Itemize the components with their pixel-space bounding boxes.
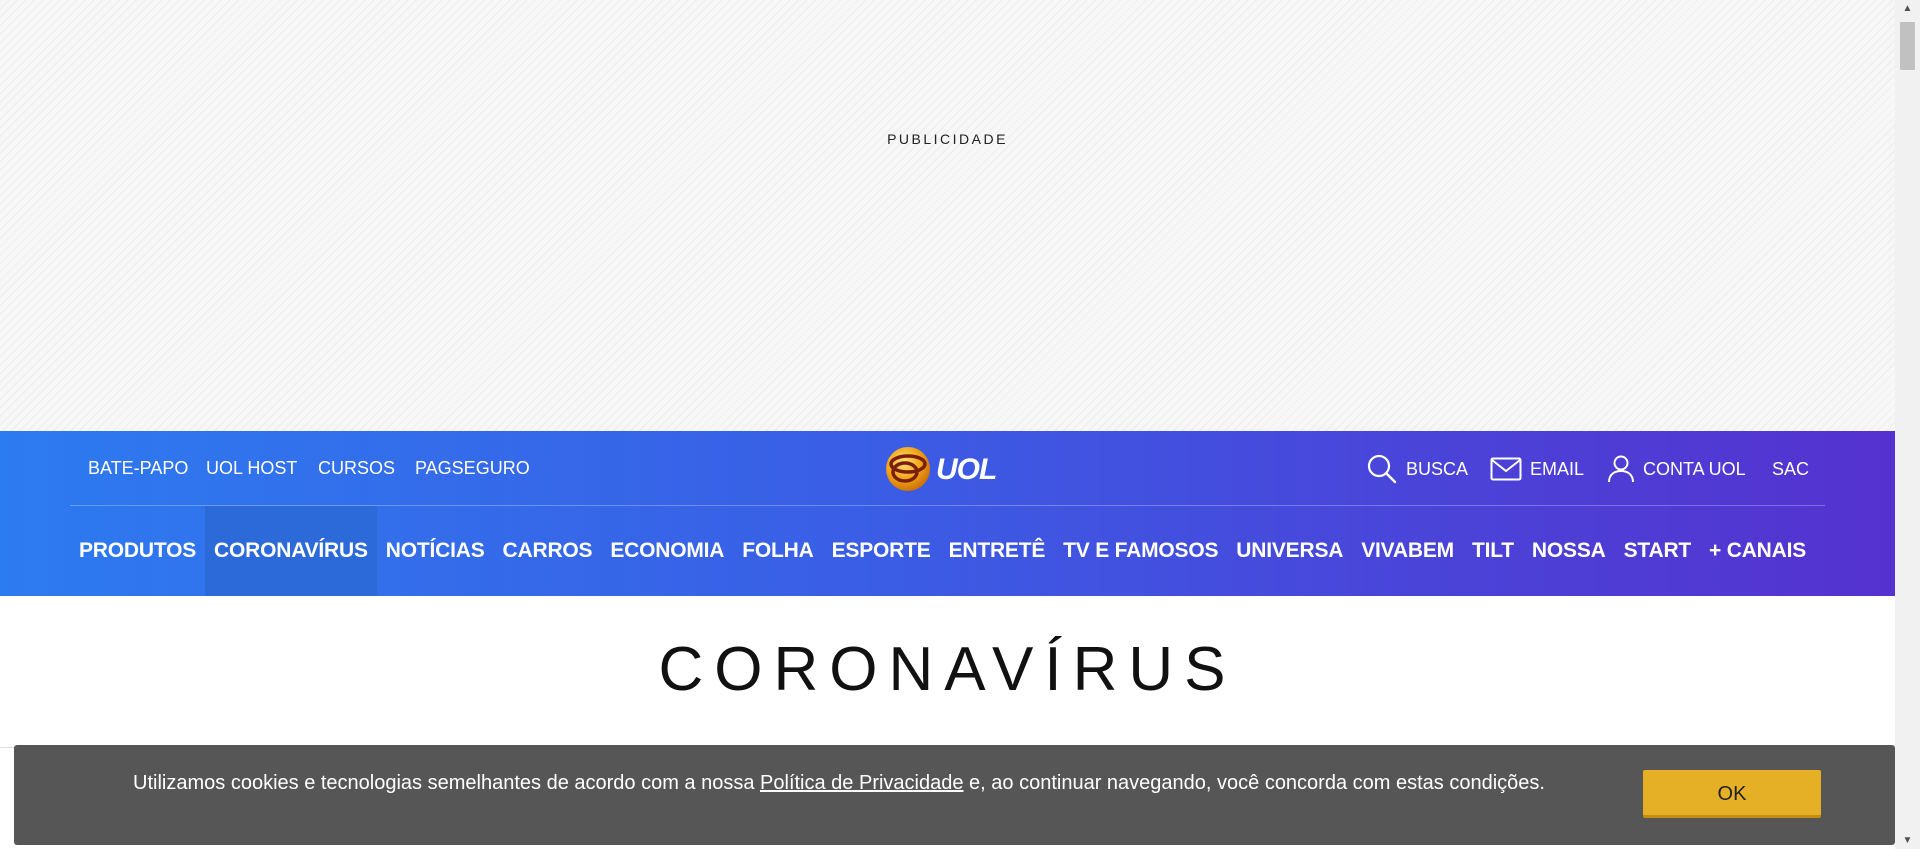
scrollbar-thumb[interactable] (1900, 22, 1915, 70)
uol-logo[interactable]: UOL (885, 445, 1005, 493)
conta-uol-button[interactable]: CONTA UOL (1607, 453, 1746, 485)
page-title: CORONAVÍRUS (658, 635, 1237, 704)
sac-link[interactable]: SAC (1772, 453, 1809, 485)
cookie-ok-button[interactable]: OK (1643, 770, 1821, 818)
cookie-message: Utilizamos cookies e tecnologias semelha… (114, 771, 1564, 795)
nav-item-economia[interactable]: ECONOMIA (601, 506, 733, 596)
top-link-pagseguro[interactable]: PAGSEGURO (415, 458, 530, 479)
mail-icon (1490, 457, 1522, 481)
nav-item-carros[interactable]: CARROS (494, 506, 602, 596)
email-label: EMAIL (1530, 458, 1585, 479)
cookie-text-after: e, ao continuar navegando, você concorda… (963, 772, 1545, 794)
email-button[interactable]: EMAIL (1490, 453, 1584, 485)
nav-item-coronavirus[interactable]: CORONAVÍRUS (205, 506, 377, 596)
search-icon (1367, 454, 1397, 484)
privacy-policy-link[interactable]: Política de Privacidade (760, 772, 963, 794)
uol-logo-text: UOL (936, 453, 997, 486)
header-top-bar: BATE-PAPO UOL HOST CURSOS PAGSEGURO UOL … (0, 431, 1895, 506)
nav-item-folha[interactable]: FOLHA (733, 506, 822, 596)
nav-item-tilt[interactable]: TILT (1463, 506, 1523, 596)
busca-button[interactable]: BUSCA (1366, 453, 1468, 485)
nav-item-esporte[interactable]: ESPORTE (823, 506, 940, 596)
nav-item-mais-canais[interactable]: + CANAIS (1700, 506, 1815, 596)
ad-label: PUBLICIDADE (887, 131, 1008, 147)
top-link-cursos[interactable]: CURSOS (318, 458, 395, 479)
nav-item-universa[interactable]: UNIVERSA (1227, 506, 1352, 596)
main-nav: PRODUTOS CORONAVÍRUS NOTÍCIAS CARROS ECO… (70, 506, 1815, 596)
top-link-uol-host[interactable]: UOL HOST (206, 458, 297, 479)
cookie-banner: Utilizamos cookies e tecnologias semelha… (14, 745, 1895, 845)
nav-item-entrete[interactable]: ENTRETÊ (940, 506, 1055, 596)
uol-logo-icon (886, 447, 930, 491)
sac-label: SAC (1772, 458, 1810, 479)
vertical-scrollbar[interactable]: ▲ ▼ (1895, 0, 1920, 849)
scroll-up-arrow-icon[interactable]: ▲ (1895, 0, 1920, 17)
nav-item-nossa[interactable]: NOSSA (1523, 506, 1615, 596)
nav-item-noticias[interactable]: NOTÍCIAS (377, 506, 494, 596)
ad-banner[interactable]: PUBLICIDADE (0, 0, 1895, 431)
cookie-text-before: Utilizamos cookies e tecnologias semelha… (133, 772, 761, 794)
nav-item-produtos[interactable]: PRODUTOS (70, 506, 205, 596)
nav-item-start[interactable]: START (1615, 506, 1700, 596)
site-header: BATE-PAPO UOL HOST CURSOS PAGSEGURO UOL … (0, 431, 1895, 596)
user-icon (1608, 455, 1634, 483)
conta-uol-label: CONTA UOL (1643, 458, 1746, 479)
busca-label: BUSCA (1406, 458, 1469, 479)
nav-item-tv-e-famosos[interactable]: TV E FAMOSOS (1054, 506, 1227, 596)
nav-item-vivabem[interactable]: VIVABEM (1352, 506, 1463, 596)
scroll-down-arrow-icon[interactable]: ▼ (1895, 832, 1920, 849)
page: PUBLICIDADE BATE-PAPO UOL HOST CURSOS PA… (0, 0, 1895, 849)
top-link-bate-papo[interactable]: BATE-PAPO (88, 458, 188, 479)
content-edge-line (0, 747, 14, 748)
